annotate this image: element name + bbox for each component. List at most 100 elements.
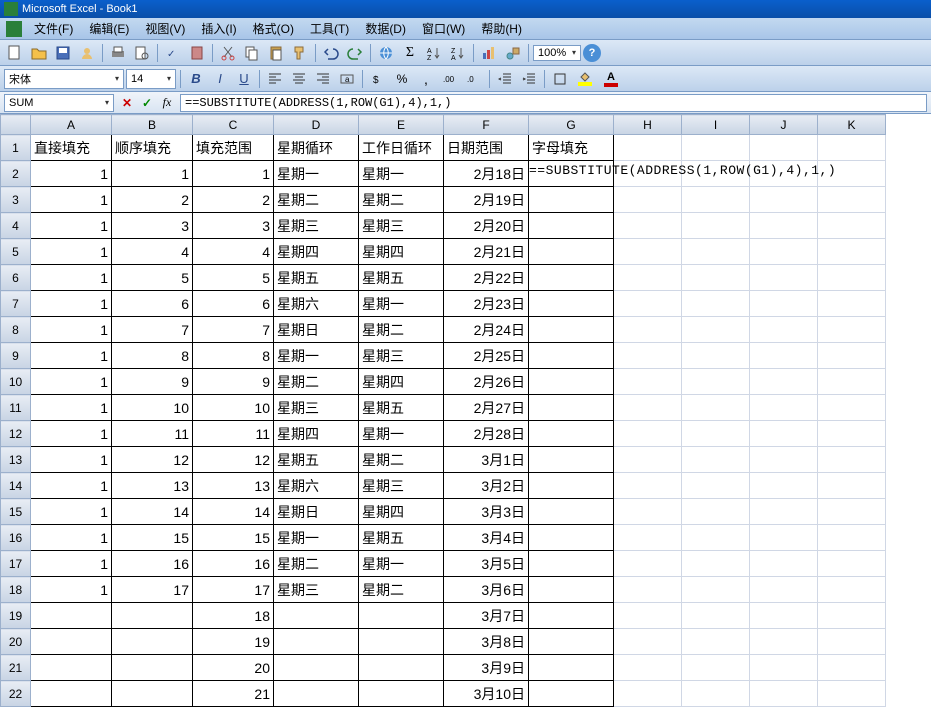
select-all-corner[interactable] bbox=[1, 115, 31, 135]
cell-J9[interactable] bbox=[750, 343, 818, 369]
cell-I14[interactable] bbox=[682, 473, 750, 499]
cell-E5[interactable]: 星期四 bbox=[359, 239, 444, 265]
cell-F20[interactable]: 3月8日 bbox=[444, 629, 529, 655]
cell-D11[interactable]: 星期三 bbox=[274, 395, 359, 421]
cell-J11[interactable] bbox=[750, 395, 818, 421]
cell-F3[interactable]: 2月19日 bbox=[444, 187, 529, 213]
cell-F1[interactable]: 日期范围 bbox=[444, 135, 529, 161]
decrease-indent-button[interactable] bbox=[494, 68, 516, 90]
cell-K1[interactable] bbox=[818, 135, 886, 161]
cell-G12[interactable] bbox=[529, 421, 614, 447]
cell-H15[interactable] bbox=[614, 499, 682, 525]
row-header-15[interactable]: 15 bbox=[1, 499, 31, 525]
cell-H18[interactable] bbox=[614, 577, 682, 603]
cell-I1[interactable] bbox=[682, 135, 750, 161]
cell-K17[interactable] bbox=[818, 551, 886, 577]
spelling-button[interactable]: ✓ bbox=[162, 42, 184, 64]
cell-K16[interactable] bbox=[818, 525, 886, 551]
menu-window[interactable]: 窗口(W) bbox=[414, 18, 473, 39]
cell-G9[interactable] bbox=[529, 343, 614, 369]
cell-H3[interactable] bbox=[614, 187, 682, 213]
cell-E11[interactable]: 星期五 bbox=[359, 395, 444, 421]
cell-E15[interactable]: 星期四 bbox=[359, 499, 444, 525]
cell-A3[interactable]: 1 bbox=[31, 187, 112, 213]
cell-F5[interactable]: 2月21日 bbox=[444, 239, 529, 265]
cell-E13[interactable]: 星期二 bbox=[359, 447, 444, 473]
cell-I18[interactable] bbox=[682, 577, 750, 603]
align-left-button[interactable] bbox=[264, 68, 286, 90]
cell-C8[interactable]: 7 bbox=[193, 317, 274, 343]
row-header-10[interactable]: 10 bbox=[1, 369, 31, 395]
cell-D4[interactable]: 星期三 bbox=[274, 213, 359, 239]
cell-A4[interactable]: 1 bbox=[31, 213, 112, 239]
cell-F10[interactable]: 2月26日 bbox=[444, 369, 529, 395]
cell-H19[interactable] bbox=[614, 603, 682, 629]
cell-I5[interactable] bbox=[682, 239, 750, 265]
row-header-6[interactable]: 6 bbox=[1, 265, 31, 291]
cell-C13[interactable]: 12 bbox=[193, 447, 274, 473]
cell-D1[interactable]: 星期循环 bbox=[274, 135, 359, 161]
name-box[interactable]: SUM bbox=[4, 94, 114, 112]
cell-F7[interactable]: 2月23日 bbox=[444, 291, 529, 317]
row-header-18[interactable]: 18 bbox=[1, 577, 31, 603]
cell-A8[interactable]: 1 bbox=[31, 317, 112, 343]
cell-J3[interactable] bbox=[750, 187, 818, 213]
cell-K20[interactable] bbox=[818, 629, 886, 655]
cell-H5[interactable] bbox=[614, 239, 682, 265]
cell-G11[interactable] bbox=[529, 395, 614, 421]
cell-I20[interactable] bbox=[682, 629, 750, 655]
cell-C17[interactable]: 16 bbox=[193, 551, 274, 577]
cell-G1[interactable]: 字母填充 bbox=[529, 135, 614, 161]
cell-B1[interactable]: 顺序填充 bbox=[112, 135, 193, 161]
cell-B20[interactable] bbox=[112, 629, 193, 655]
cell-E2[interactable]: 星期一 bbox=[359, 161, 444, 187]
cell-F18[interactable]: 3月6日 bbox=[444, 577, 529, 603]
cell-E8[interactable]: 星期二 bbox=[359, 317, 444, 343]
cell-J19[interactable] bbox=[750, 603, 818, 629]
cell-B2[interactable]: 1 bbox=[112, 161, 193, 187]
cell-K5[interactable] bbox=[818, 239, 886, 265]
cell-J20[interactable] bbox=[750, 629, 818, 655]
column-header-D[interactable]: D bbox=[274, 115, 359, 135]
cell-C1[interactable]: 填充范围 bbox=[193, 135, 274, 161]
cell-A1[interactable]: 直接填充 bbox=[31, 135, 112, 161]
cell-A15[interactable]: 1 bbox=[31, 499, 112, 525]
cell-J12[interactable] bbox=[750, 421, 818, 447]
cell-E18[interactable]: 星期二 bbox=[359, 577, 444, 603]
cell-I16[interactable] bbox=[682, 525, 750, 551]
cell-H10[interactable] bbox=[614, 369, 682, 395]
cell-I13[interactable] bbox=[682, 447, 750, 473]
cell-K6[interactable] bbox=[818, 265, 886, 291]
menu-edit[interactable]: 编辑(E) bbox=[81, 18, 137, 39]
cell-F4[interactable]: 2月20日 bbox=[444, 213, 529, 239]
cell-A19[interactable] bbox=[31, 603, 112, 629]
bold-button[interactable]: B bbox=[185, 68, 207, 90]
cell-F2[interactable]: 2月18日 bbox=[444, 161, 529, 187]
cell-J22[interactable] bbox=[750, 681, 818, 707]
cell-D18[interactable]: 星期三 bbox=[274, 577, 359, 603]
cell-C5[interactable]: 4 bbox=[193, 239, 274, 265]
cell-H17[interactable] bbox=[614, 551, 682, 577]
cell-D22[interactable] bbox=[274, 681, 359, 707]
cell-A20[interactable] bbox=[31, 629, 112, 655]
cell-E22[interactable] bbox=[359, 681, 444, 707]
cell-E10[interactable]: 星期四 bbox=[359, 369, 444, 395]
cell-C19[interactable]: 18 bbox=[193, 603, 274, 629]
cell-E16[interactable]: 星期五 bbox=[359, 525, 444, 551]
cell-G7[interactable] bbox=[529, 291, 614, 317]
chart-wizard-button[interactable] bbox=[478, 42, 500, 64]
cell-F17[interactable]: 3月5日 bbox=[444, 551, 529, 577]
cell-B13[interactable]: 12 bbox=[112, 447, 193, 473]
cell-B10[interactable]: 9 bbox=[112, 369, 193, 395]
cell-J10[interactable] bbox=[750, 369, 818, 395]
cell-B4[interactable]: 3 bbox=[112, 213, 193, 239]
cell-H12[interactable] bbox=[614, 421, 682, 447]
cell-D19[interactable] bbox=[274, 603, 359, 629]
cell-H22[interactable] bbox=[614, 681, 682, 707]
row-header-14[interactable]: 14 bbox=[1, 473, 31, 499]
cell-J17[interactable] bbox=[750, 551, 818, 577]
cell-G2[interactable]: ==SUBSTITUTE(ADDRESS(1,ROW(G1),4),1,) bbox=[529, 161, 614, 187]
cell-G6[interactable] bbox=[529, 265, 614, 291]
cell-D9[interactable]: 星期一 bbox=[274, 343, 359, 369]
cell-K9[interactable] bbox=[818, 343, 886, 369]
